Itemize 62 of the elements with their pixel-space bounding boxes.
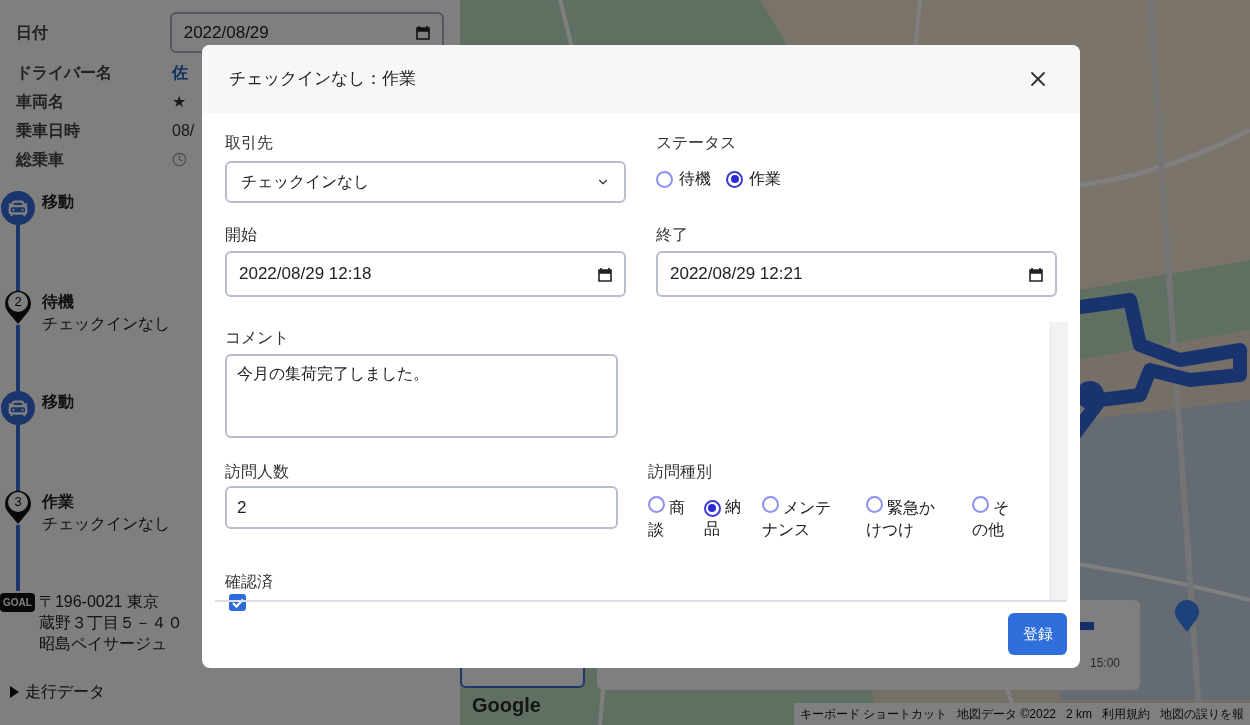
field-label: 終了 bbox=[656, 225, 689, 245]
radio-button[interactable] bbox=[647, 496, 665, 513]
goal-address-line: 蔵野３丁目５－４０ bbox=[38, 613, 183, 633]
google-logo: Google bbox=[472, 693, 541, 718]
field-label: 訪問種別 bbox=[647, 462, 713, 482]
visit-type-option[interactable]: 納品 bbox=[703, 496, 749, 541]
radio-button[interactable] bbox=[761, 496, 779, 513]
field-label: 訪問人数 bbox=[225, 462, 290, 482]
field-value: ★ bbox=[172, 91, 186, 112]
status-option[interactable]: 待機 bbox=[656, 167, 711, 191]
comment-field[interactable]: 今月の集荷完了しました。 bbox=[225, 354, 618, 438]
field-label: 車両名 bbox=[16, 91, 65, 112]
status-option[interactable]: 作業 bbox=[726, 167, 781, 191]
clock-icon bbox=[172, 152, 187, 167]
timeline-title: 移動 bbox=[42, 392, 74, 412]
time-axis-label: 15:00 bbox=[1090, 655, 1121, 672]
timeline-title: 作業 bbox=[42, 492, 75, 512]
field-label: ドライバー名 bbox=[16, 62, 113, 83]
calendar-icon[interactable] bbox=[1029, 266, 1043, 282]
visit-type-option[interactable]: 商談 bbox=[647, 496, 693, 541]
field-label: 確認済 bbox=[225, 572, 274, 592]
submit-button[interactable]: 登録 bbox=[1008, 613, 1067, 655]
timeline-title: 待機 bbox=[42, 292, 75, 312]
map-attribution[interactable]: 利用規約 bbox=[1102, 705, 1150, 723]
field-label: 取引先 bbox=[225, 133, 274, 153]
visit-type-option[interactable]: 緊急かけつけ bbox=[865, 496, 946, 541]
expand-caret-icon bbox=[10, 686, 19, 698]
map-attribution: 地図データ ©2022 bbox=[957, 706, 1056, 723]
radio-button[interactable] bbox=[703, 499, 721, 517]
radio-button[interactable] bbox=[865, 496, 883, 513]
radio-button[interactable] bbox=[726, 170, 743, 188]
calendar-icon[interactable] bbox=[598, 266, 612, 282]
time-bar bbox=[1080, 622, 1094, 630]
radio-button[interactable] bbox=[656, 170, 673, 188]
timeline-subtitle: チェックインなし bbox=[42, 514, 170, 534]
field-label: 総乗車 bbox=[16, 149, 65, 170]
drive-data-toggle[interactable]: 走行データ bbox=[10, 680, 105, 704]
timeline-subtitle: チェックインなし bbox=[42, 314, 170, 334]
goal-address-line: 〒196-0021 東京 bbox=[38, 592, 160, 612]
visit-type-option[interactable]: その他 bbox=[971, 496, 1017, 541]
field-label: 乗車日時 bbox=[16, 120, 81, 141]
map-attribution[interactable]: キーボード ショートカット bbox=[799, 705, 948, 723]
field-label: 日付 bbox=[16, 22, 49, 43]
client-select[interactable]: チェックインなし bbox=[225, 161, 626, 203]
field-value: 08/ bbox=[172, 120, 195, 141]
datetime-field[interactable]: 2022/08/29 12:21 bbox=[656, 251, 1057, 297]
goal-badge: GOAL bbox=[0, 593, 35, 612]
scrollbar-track[interactable] bbox=[1050, 322, 1068, 600]
stop-number: 3 bbox=[13, 493, 23, 511]
radio-button[interactable] bbox=[971, 496, 989, 513]
field-label: コメント bbox=[225, 328, 290, 348]
dialog-title: チェックインなし：作業 bbox=[229, 68, 416, 91]
goal-address-line: 昭島ペイサージュ bbox=[38, 634, 168, 654]
timeline-title: 移動 bbox=[42, 192, 74, 212]
datetime-field[interactable]: 2022/08/29 12:18 bbox=[225, 251, 626, 297]
stop-number: 2 bbox=[13, 293, 23, 311]
field-label: ステータス bbox=[656, 133, 737, 153]
visit-type-option[interactable]: メンテナンス bbox=[761, 496, 842, 541]
field-label: 開始 bbox=[225, 225, 258, 245]
map-attribution[interactable]: 地図の誤りを報 bbox=[1160, 705, 1244, 723]
map-attribution: 2 km bbox=[1066, 706, 1092, 723]
visitors-field[interactable]: 2 bbox=[225, 486, 618, 529]
